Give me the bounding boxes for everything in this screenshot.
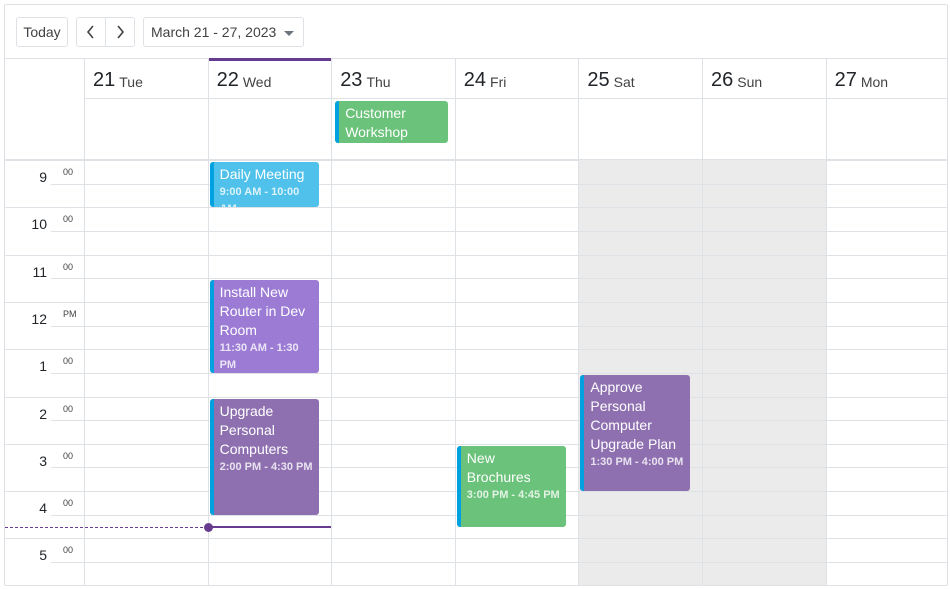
day-name: Thu xyxy=(366,74,391,90)
day-number: 26 xyxy=(711,69,734,91)
day-header-sun[interactable]: 26 Sun xyxy=(702,59,826,99)
event-title: New Brochures xyxy=(466,449,531,485)
day-number: 24 xyxy=(463,69,487,91)
chevron-right-icon xyxy=(117,25,125,39)
event-time: 9:00 AM - 10:00 AM xyxy=(219,186,300,207)
event-title: Daily Meeting xyxy=(219,166,305,182)
all-day-cell[interactable] xyxy=(825,99,947,161)
time-label-hour: 11 xyxy=(32,263,47,280)
day-header-sat[interactable]: 25 Sat xyxy=(578,59,702,99)
day-header-wed[interactable]: 22 Wed xyxy=(207,58,332,99)
event-title: Customer Workshop xyxy=(345,105,408,140)
time-label-hour: 1 xyxy=(39,358,47,375)
time-grid: 9 00 10 00 11 00 12 PM 1 00 2 00 3 00 4 00 5 00 Daily Meet… xyxy=(5,160,947,585)
day-name: Tue xyxy=(119,74,143,90)
calendar-event[interactable]: Upgrade Personal Computers 2:00 PM - 4:30… xyxy=(209,398,320,515)
time-label-hour: 4 xyxy=(39,500,47,517)
time-label-minutes: PM xyxy=(63,308,77,319)
time-label-minutes: 00 xyxy=(63,498,74,509)
date-range-dropdown[interactable]: March 21 - 27, 2023 xyxy=(143,17,304,47)
all-day-cell[interactable] xyxy=(84,99,208,161)
half-hour-line xyxy=(51,325,947,327)
time-label-minutes: 00 xyxy=(63,450,74,461)
half-hour-line xyxy=(51,372,947,374)
day-name: Fri xyxy=(490,74,507,90)
hour-line xyxy=(5,349,947,351)
time-label-hour: 5 xyxy=(39,547,47,564)
event-time: 3:00 PM - 4:45 PM xyxy=(466,488,560,501)
event-title: Upgrade Personal Computers xyxy=(219,402,289,457)
half-hour-line xyxy=(51,183,947,185)
current-time-dashed-line xyxy=(5,527,208,528)
event-title: Install New Router in Dev Room xyxy=(219,284,306,339)
day-header-tue[interactable]: 21 Tue xyxy=(84,59,208,99)
day-number: 27 xyxy=(834,69,857,91)
day-name: Mon xyxy=(860,74,889,90)
hour-line xyxy=(5,443,947,445)
all-day-cell[interactable] xyxy=(454,99,579,161)
event-time: 2:00 PM - 4:30 PM xyxy=(219,460,313,473)
event-title: Approve Personal Computer Upgrade Plan xyxy=(590,378,677,452)
time-label-minutes: 00 xyxy=(63,545,74,556)
day-header-thu[interactable]: 23 Thu xyxy=(331,59,455,99)
calendar-event[interactable]: Approve Personal Computer Upgrade Plan 1:… xyxy=(580,374,690,492)
calendar-event[interactable]: New Brochures 3:00 PM - 4:45 PM xyxy=(456,445,567,527)
hour-line xyxy=(5,254,947,256)
caret-down-icon xyxy=(284,31,294,36)
navigation-group xyxy=(76,17,135,47)
day-name: Sun xyxy=(737,74,763,90)
time-label-minutes: 00 xyxy=(63,356,74,367)
scheduler: Today March 21 - 27, 2023 21 Tue 22 Wed 23 Th… xyxy=(4,4,948,586)
time-label-hour: 10 xyxy=(31,216,47,233)
half-hour-line xyxy=(51,230,947,232)
today-button[interactable]: Today xyxy=(16,17,68,47)
event-time: 1:30 PM - 4:00 PM xyxy=(590,455,684,468)
day-number: 23 xyxy=(340,69,363,91)
time-gutter-header xyxy=(5,59,84,161)
day-number: 25 xyxy=(587,69,610,91)
hour-line xyxy=(5,207,947,209)
previous-button[interactable] xyxy=(77,18,105,46)
day-name: Wed xyxy=(242,74,272,90)
time-label-minutes: 00 xyxy=(63,261,74,272)
hour-line xyxy=(5,396,947,398)
event-time: 11:30 AM - 1:30 PM xyxy=(219,342,299,372)
calendar-event[interactable]: Daily Meeting 9:00 AM - 10:00 AM xyxy=(209,162,320,208)
hour-line xyxy=(5,538,947,540)
toolbar: Today March 21 - 27, 2023 xyxy=(5,5,947,58)
day-number: 22 xyxy=(216,69,239,91)
week-header: 21 Tue 22 Wed 23 Thu 24 Fri 25 Sat 26 Sun 27 Mon Custo… xyxy=(5,58,947,161)
day-number: 21 xyxy=(93,69,116,91)
current-time-line xyxy=(209,526,331,528)
all-day-cell[interactable] xyxy=(702,99,826,161)
next-button[interactable] xyxy=(105,18,134,46)
all-day-event[interactable]: Customer Workshop xyxy=(335,101,448,143)
time-label-minutes: 00 xyxy=(63,214,74,225)
chevron-left-icon xyxy=(87,25,94,39)
half-hour-line xyxy=(51,562,947,564)
time-label-hour: 12 xyxy=(31,310,47,327)
time-label-hour: 2 xyxy=(39,405,47,422)
all-day-cell[interactable] xyxy=(207,99,332,161)
hour-line xyxy=(5,301,947,303)
day-name: Sat xyxy=(613,74,635,90)
time-label-hour: 9 xyxy=(39,169,47,185)
date-range-label: March 21 - 27, 2023 xyxy=(151,24,277,40)
half-hour-line xyxy=(51,420,947,422)
day-header-fri[interactable]: 24 Fri xyxy=(454,59,579,99)
half-hour-line xyxy=(51,278,947,280)
time-label-minutes: 00 xyxy=(63,167,74,177)
time-label-hour: 3 xyxy=(39,452,47,469)
all-day-cell[interactable] xyxy=(578,99,702,161)
time-label-minutes: 00 xyxy=(63,403,74,414)
calendar-event[interactable]: Install New Router in Dev Room 11:30 AM -… xyxy=(209,280,320,373)
day-header-mon[interactable]: 27 Mon xyxy=(825,59,947,99)
